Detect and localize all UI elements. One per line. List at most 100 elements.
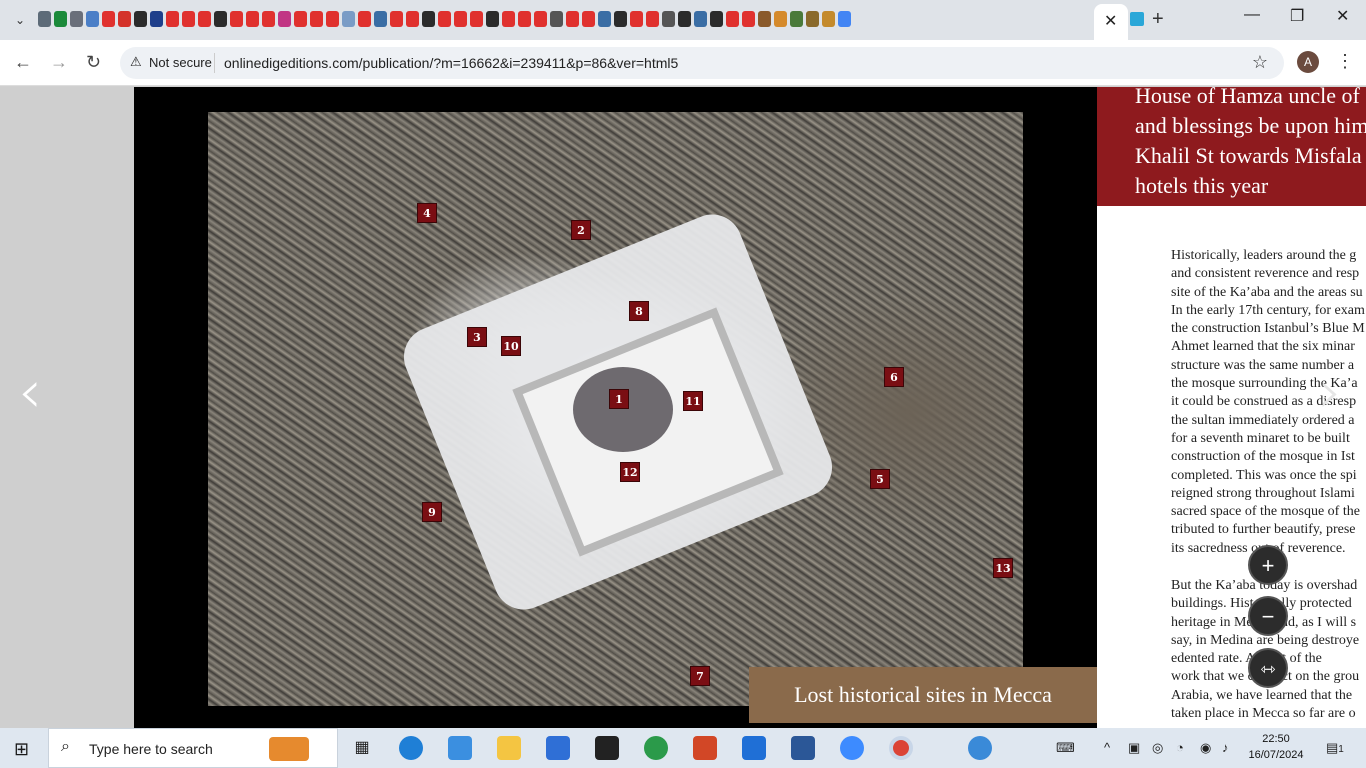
tab-favicon[interactable]: [86, 11, 99, 27]
windows-start-icon[interactable]: ⊞: [14, 739, 29, 760]
tab-favicon[interactable]: [294, 11, 307, 27]
show-hidden-icons-icon[interactable]: ^: [1104, 740, 1110, 755]
bookmark-star-icon[interactable]: ☆: [1252, 52, 1268, 73]
tab-favicon[interactable]: [118, 11, 131, 27]
warning-icon[interactable]: ⚠: [130, 54, 142, 70]
tab-favicon[interactable]: [438, 11, 451, 27]
tripadvisor-icon[interactable]: [644, 736, 668, 760]
tab-favicon[interactable]: [454, 11, 467, 27]
tab-favicon[interactable]: [518, 11, 531, 27]
tab-favicon[interactable]: [166, 11, 179, 27]
tab-favicon[interactable]: [598, 11, 611, 27]
keyboard-icon[interactable]: ⌨: [1056, 740, 1075, 756]
back-button[interactable]: ←: [14, 52, 32, 73]
tab-favicon[interactable]: [534, 11, 547, 27]
tab-favicon[interactable]: [150, 11, 163, 27]
file-explorer-icon[interactable]: [497, 736, 521, 760]
tab-favicon[interactable]: [694, 11, 707, 27]
tray-app-icon[interactable]: ◎: [1152, 740, 1163, 756]
tab-favicon[interactable]: [390, 11, 403, 27]
tab-favicon[interactable]: [758, 11, 771, 27]
browser-menu-icon[interactable]: ⋮: [1336, 51, 1354, 72]
tab-favicon[interactable]: [262, 11, 275, 27]
tab-favicon[interactable]: [646, 11, 659, 27]
tab-favicon[interactable]: [502, 11, 515, 27]
tab-favicon[interactable]: [550, 11, 563, 27]
active-tab[interactable]: ✕: [1094, 4, 1128, 40]
tab-favicon[interactable]: [822, 11, 835, 27]
tab-favicon[interactable]: [710, 11, 723, 27]
tab-favicon[interactable]: [102, 11, 115, 27]
search-placeholder[interactable]: Type here to search: [89, 741, 213, 757]
tab-favicon[interactable]: [630, 11, 643, 27]
tab-favicon[interactable]: [582, 11, 595, 27]
tab-favicon[interactable]: [406, 11, 419, 27]
tab-favicon[interactable]: [726, 11, 739, 27]
url-text[interactable]: onlinedigeditions.com/publication/?m=166…: [224, 55, 678, 71]
zoom-in-button[interactable]: +: [1248, 545, 1288, 585]
system-clock[interactable]: 22:50 16/07/2024: [1246, 731, 1306, 763]
volume-icon[interactable]: ♪: [1222, 740, 1229, 755]
tab-favicon[interactable]: [614, 11, 627, 27]
tab-favicon[interactable]: [358, 11, 371, 27]
tab-favicon[interactable]: [182, 11, 195, 27]
tab-favicon[interactable]: [214, 11, 227, 27]
search-highlight-image[interactable]: [269, 737, 309, 761]
tab-favicon[interactable]: [838, 11, 851, 27]
tab-search-button[interactable]: ⌄: [8, 8, 32, 32]
tab-favicon[interactable]: [230, 11, 243, 27]
tab-favicon[interactable]: [774, 11, 787, 27]
tab-favicon[interactable]: [310, 11, 323, 27]
app-icon[interactable]: [840, 736, 864, 760]
tab-favicon[interactable]: [662, 11, 675, 27]
tray-app-icon[interactable]: ◉: [1200, 740, 1211, 756]
tab-favicon[interactable]: [806, 11, 819, 27]
tab-favicon[interactable]: [134, 11, 147, 27]
network-icon[interactable]: ◔: [1176, 740, 1184, 755]
tab-favicon[interactable]: [38, 11, 51, 27]
minimize-button[interactable]: —: [1244, 6, 1260, 24]
edge-icon[interactable]: [399, 736, 423, 760]
tab-favicon[interactable]: [486, 11, 499, 27]
tab-favicon[interactable]: [742, 11, 755, 27]
reload-button[interactable]: ↻: [86, 52, 101, 73]
dropbox-icon[interactable]: [448, 736, 472, 760]
tab-favicon[interactable]: [374, 11, 387, 27]
mail-icon[interactable]: [742, 736, 766, 760]
tab-favicon[interactable]: [342, 11, 355, 27]
tab-favicon[interactable]: [422, 11, 435, 27]
tab-favicon[interactable]: [246, 11, 259, 27]
forward-button[interactable]: →: [50, 52, 68, 73]
notification-icon[interactable]: ▤1: [1326, 740, 1344, 756]
taskbar-search[interactable]: ⌕ Type here to search: [48, 728, 338, 768]
word-icon[interactable]: [791, 736, 815, 760]
tab-favicon[interactable]: [198, 11, 211, 27]
zoom-out-button[interactable]: −: [1248, 596, 1288, 636]
task-view-icon[interactable]: ▦: [350, 736, 374, 760]
tab-favicon[interactable]: [678, 11, 691, 27]
powerpoint-icon[interactable]: [693, 736, 717, 760]
help-icon[interactable]: [968, 736, 992, 760]
amazon-icon[interactable]: [595, 736, 619, 760]
close-window-button[interactable]: ✕: [1336, 6, 1349, 26]
tab-favicon[interactable]: [70, 11, 83, 27]
new-tab-button[interactable]: +: [1152, 8, 1164, 31]
tab-favicon[interactable]: [326, 11, 339, 27]
maximize-button[interactable]: ❐: [1290, 6, 1304, 26]
tab-favicon[interactable]: [470, 11, 483, 27]
tab-favicon[interactable]: [566, 11, 579, 27]
previous-page-arrow[interactable]: ‹: [18, 357, 42, 427]
fit-width-button[interactable]: ⇿: [1248, 648, 1288, 688]
next-page-arrow[interactable]: ›: [1318, 357, 1342, 427]
tab-favicon[interactable]: [278, 11, 291, 27]
security-label[interactable]: Not secure: [149, 55, 212, 70]
tab-favicon[interactable]: [790, 11, 803, 27]
store-icon[interactable]: [546, 736, 570, 760]
tab-favicon[interactable]: [1130, 12, 1144, 26]
chrome-icon[interactable]: [889, 736, 913, 760]
address-bar[interactable]: ⚠ Not secure onlinedigeditions.com/publi…: [120, 47, 1284, 79]
tray-app-icon[interactable]: ▣: [1128, 740, 1140, 756]
close-tab-icon[interactable]: ✕: [1104, 11, 1117, 31]
tab-favicon[interactable]: [54, 11, 67, 27]
profile-avatar[interactable]: A: [1297, 51, 1319, 73]
